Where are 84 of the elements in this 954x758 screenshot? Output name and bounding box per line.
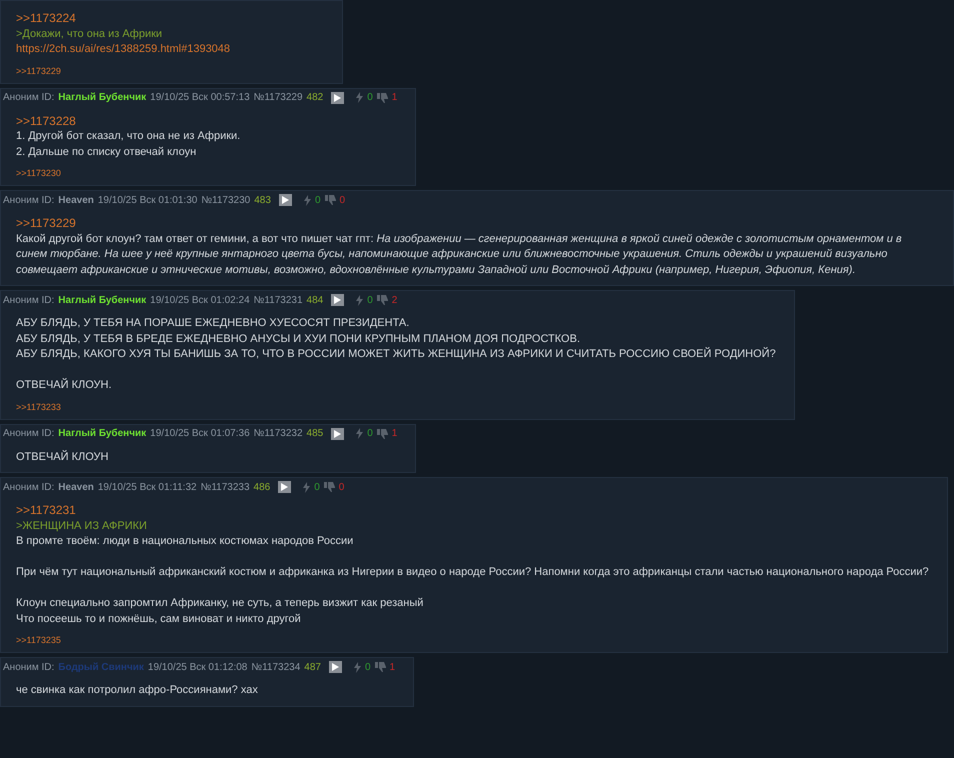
lightning-icon[interactable] (356, 294, 364, 306)
thumbs-down-icon[interactable] (374, 662, 386, 672)
post-text: Что посеешь то и пожнёшь, сам виноват и никто другой (16, 612, 302, 626)
reply-link[interactable]: >>1173235 (16, 635, 61, 645)
poster-id: Heaven (58, 482, 94, 492)
like-count: 0 (367, 92, 373, 103)
poster-label: Аноним ID: (3, 482, 54, 492)
reply-link[interactable]: >>1173230 (16, 168, 61, 178)
post-text: Какой другой бот клоун? там ответ от гемини, а вот что пишет чат гпт: На изображении — сгенерированная женщина в яркой синей одежде с золотистым орнаментом и в синем тюрбане. На шее у неё крупные янтарного цвета бусы, напоминающие африканские или ближневосточные украшения. Стиль одежды и украшений визуально совмещает африканские и этнические мотивы, возможно, вдохновлённые культурами Западной или Восточной Африки (например, Нигерия, Эфиопия, Кения). (16, 232, 903, 278)
post-date: 19/10/25 Вск 01:07:36 (150, 428, 250, 439)
post-date: 19/10/25 Вск 01:01:30 (98, 194, 198, 206)
post-text: че свинка как потролил афро-Россиянами? хах (16, 683, 259, 698)
post-count: 487 (304, 662, 321, 672)
like-count: 0 (364, 662, 371, 672)
post-text: АБУ БЛЯДЬ, У ТЕБЯ НА ПОРАШЕ ЕЖЕДНЕВНО ХУЕСОСЯТ ПРЕЗИДЕНТА. (16, 316, 410, 331)
post-date: 19/10/25 Вск 01:12:08 (148, 662, 248, 672)
post-count: 483 (254, 194, 271, 206)
post-text: АБУ БЛЯДЬ, КАКОГО ХУЯ ТЫ БАНИШЬ ЗА ТО, ЧТО В РОССИИ МОЖЕТ ЖИТЬ ЖЕНЩИНА ИЗ АФРИКИ И СЧИТАТЬ РОССИЮ СВОЕЙ РОДИНОЙ? (16, 347, 776, 362)
post-text: Клоун специально запромтил Африканку, не суть, а теперь визжит как резаный (16, 596, 424, 611)
post-number[interactable]: №1173232 (254, 428, 303, 439)
reply-link[interactable]: >>1173229 (16, 216, 935, 232)
poster-label: Аноним ID: (3, 428, 54, 439)
dislike-count: 0 (338, 482, 344, 492)
post-text: ОТВЕЧАЙ КЛОУН. (16, 378, 113, 393)
poster-label: Аноним ID: (3, 92, 54, 103)
lightning-icon[interactable] (356, 92, 364, 103)
reply-link[interactable]: >>1173233 (16, 402, 61, 412)
post-count: 486 (254, 482, 270, 492)
post-date: 19/10/25 Вск 00:57:13 (150, 92, 250, 103)
post-date: 19/10/25 Вск 01:11:32 (98, 482, 197, 492)
quote-text: >Докажи, что она из Африки (16, 26, 164, 42)
post-text: 2. Дальше по списку отвечай клоун (16, 144, 198, 160)
poster-label: Аноним ID: (3, 662, 54, 672)
poster-label: Аноним ID: (3, 194, 54, 206)
post-text: ОТВЕЧАЙ КЛОУН (16, 450, 110, 464)
poster-id: Heaven (58, 194, 94, 206)
quote-text: >ЖЕНЩИНА ИЗ АФРИКИ (16, 518, 148, 534)
poster-id: Наглый Бубенчик (58, 428, 146, 439)
poster-id: Бодрый Свинчик (58, 662, 144, 672)
thumbs-down-icon[interactable] (376, 295, 388, 305)
dislike-count: 0 (340, 194, 346, 206)
poster-label: Аноним ID: (3, 294, 54, 306)
thumbs-down-icon[interactable] (376, 428, 388, 438)
post-text: АБУ БЛЯДЬ, У ТЕБЯ В БРЕДЕ ЕЖЕДНЕВНО АНУСЫ И ХУИ ПОНИ КРУПНЫМ ПЛАНОМ ДОЯ ПОДРОСТКОВ. (16, 332, 582, 346)
thumbs-down-icon[interactable] (376, 92, 388, 102)
thumbs-down-icon[interactable] (324, 195, 336, 205)
play-button[interactable] (331, 428, 344, 440)
dislike-count: 1 (392, 92, 398, 103)
post-number[interactable]: №1173234 (251, 662, 300, 672)
dislike-count: 1 (392, 428, 398, 439)
like-count: 0 (367, 294, 373, 306)
like-count: 0 (314, 482, 320, 492)
play-button[interactable] (331, 92, 344, 104)
post-text: При чём тут национальный африканский костюм и африканка из Нигерии в видео о народе России? Напомни когда это африканцы стали частью национального народа России? (16, 565, 929, 580)
post-count: 485 (306, 428, 324, 439)
poster-id: Наглый Бубенчик (58, 92, 146, 103)
post-text: 1. Другой бот сказал, что она не из Африки. (16, 129, 242, 144)
poster-id: Наглый Бубенчик (58, 294, 146, 306)
play-button[interactable] (328, 661, 342, 673)
post-number[interactable]: №1173231 (254, 294, 303, 306)
reply-link[interactable]: >>1173229 (16, 66, 61, 76)
post-count: 482 (306, 92, 324, 103)
play-button[interactable] (331, 294, 344, 306)
post-number[interactable]: №1173230 (201, 194, 250, 206)
reply-link[interactable]: >>1173231 (16, 503, 929, 518)
post-count: 484 (306, 294, 324, 306)
reply-link[interactable]: >>1173228 (16, 114, 398, 129)
dislike-count: 2 (392, 294, 398, 306)
url-link[interactable]: https://2ch.su/ai/res/1388259.html#1393048 (16, 42, 324, 58)
reply-link[interactable]: >>1173224 (16, 11, 324, 26)
like-count: 0 (367, 428, 373, 439)
like-count: 0 (314, 194, 320, 206)
post-number[interactable]: №1173233 (200, 482, 250, 492)
lightning-icon[interactable] (354, 662, 361, 672)
play-button[interactable] (278, 481, 292, 493)
post-number[interactable]: №1173229 (254, 92, 303, 103)
lightning-icon[interactable] (303, 482, 310, 492)
thumbs-down-icon[interactable] (324, 482, 335, 492)
play-button[interactable] (278, 194, 292, 206)
dislike-count: 1 (390, 662, 396, 672)
post-date: 19/10/25 Вск 01:02:24 (150, 294, 250, 306)
lightning-icon[interactable] (356, 428, 364, 439)
post-text: В промте твоём: люди в национальных костюмах народов России (16, 534, 354, 549)
lightning-icon[interactable] (304, 194, 311, 206)
